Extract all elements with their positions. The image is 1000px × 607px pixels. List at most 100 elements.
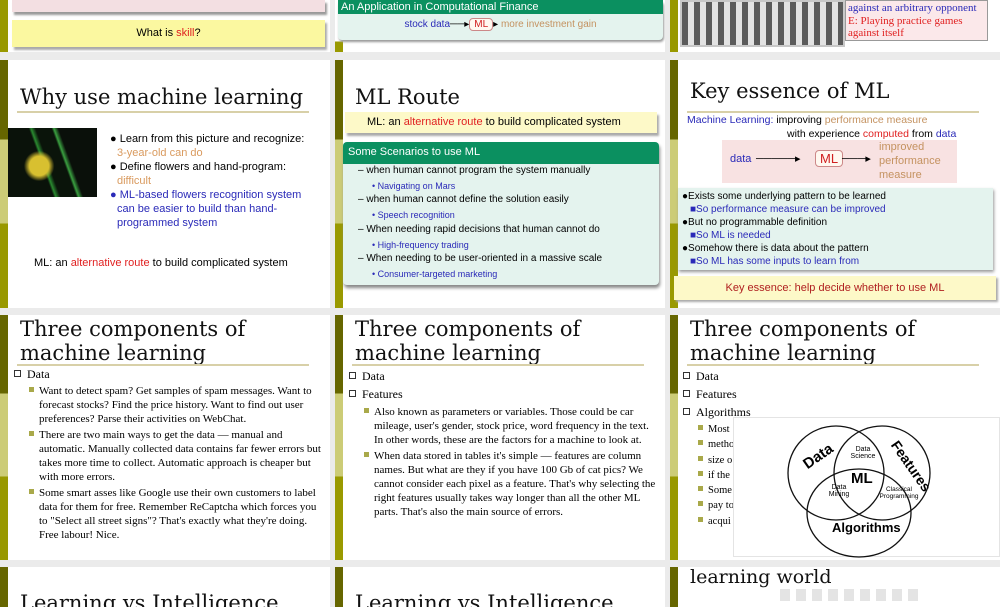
sub-bullet-text: size o	[708, 454, 733, 466]
bullet-text: Define flowers and hand-program:	[119, 161, 287, 173]
essence-sub-text: So performance measure can be improved	[696, 204, 886, 215]
essence-bullet-text: Somehow there is data about the pattern	[688, 243, 869, 254]
scenario-item: – When needing to be user-oriented in a …	[358, 252, 659, 267]
sub-bullet-text: if the	[708, 469, 730, 481]
slide-thumbnail-learning-world[interactable]: learning world	[670, 567, 1000, 607]
banner-text: ML: an	[367, 116, 404, 128]
arrow-icon: ─────▸	[756, 153, 801, 165]
footer-highlight: alternative route	[70, 257, 150, 269]
slide-thumbnail-three-components-data[interactable]: Three components of machine learning Dat…	[0, 315, 330, 560]
definition-text: from	[909, 128, 936, 140]
chess-robot-image	[680, 0, 845, 47]
word-cloud-image	[780, 589, 920, 601]
scenario-text: When needing to be user-oriented in a ma…	[366, 253, 603, 265]
slide-thumbnail-why-use-ml[interactable]: Why use machine learning ● Learn from th…	[0, 60, 330, 308]
flower-image	[8, 128, 97, 197]
footer-text: ML: an	[34, 257, 71, 269]
slide-title: Learning vs Intelligence	[20, 591, 279, 607]
slide-title: learning world	[690, 567, 832, 588]
venn-label-algorithms: Algorithms	[832, 520, 901, 535]
arrow-icon: ──▸	[450, 19, 470, 30]
square-bullet-icon	[698, 486, 703, 492]
essence-bullets-box: ●Exists some underlying pattern to be le…	[678, 188, 993, 270]
slide-title: Three components of machine learning	[690, 317, 916, 366]
component-heading: Features	[362, 387, 403, 401]
slide-title: Learning vs Intelligence	[355, 591, 614, 607]
slide-title: Three components of machine learning	[355, 317, 581, 366]
square-bullet-icon	[29, 489, 34, 494]
slide-thumbnail-what-is-skill[interactable]: What is skill?	[0, 0, 330, 52]
square-bullet-icon	[698, 455, 703, 461]
square-bullet-icon	[698, 425, 703, 430]
sub-bullet: Some smart asses like Google use their o…	[29, 486, 324, 542]
venn-label-data-mining: Data Mining	[828, 484, 850, 498]
slide-accent-stripe	[670, 0, 678, 52]
task-description-box: against an arbitrary opponent E: Playing…	[845, 0, 988, 41]
slide-accent-stripe	[0, 0, 8, 52]
venn-diagram: Data Features Algorithms Data Science Da…	[733, 417, 1000, 558]
scenario-text: when human cannot program the system man…	[366, 165, 591, 176]
title-divider	[687, 364, 979, 366]
definition-data: data	[935, 128, 957, 140]
sub-bullet-text: Some	[708, 485, 732, 497]
scenario-example-text: Navigating on Mars	[377, 180, 456, 191]
essence-sub-bullet: ■So ML has some inputs to learn from	[682, 255, 989, 268]
slide-thumbnail-computational-finance[interactable]: An Application in Computational Finance …	[335, 0, 665, 52]
square-bullet-icon	[698, 501, 703, 507]
square-bullet-icon	[698, 516, 703, 522]
slide-title: Three components of machine learning	[20, 317, 246, 366]
experience-line: against itself	[848, 27, 904, 39]
bullet-subtext: difficult	[117, 175, 152, 187]
essence-sub-text: So ML is needed	[696, 230, 771, 241]
slide-title: ML Route	[355, 85, 460, 109]
slide-thumbnail-learning-vs-intelligence[interactable]: Learning vs Intelligence	[0, 567, 330, 607]
square-bullet-icon	[29, 387, 34, 392]
slide-thumbnail-chess[interactable]: against an arbitrary opponent E: Playing…	[670, 0, 1000, 52]
bullet-icon	[683, 408, 690, 415]
scenario-example: • Speech recognition	[358, 208, 659, 223]
sub-bullet-text: Want to detect spam? Get samples of spam…	[39, 385, 312, 425]
venn-label-ml: ML	[851, 470, 873, 487]
banner-text: to build complicated system	[482, 116, 621, 128]
bullet-icon	[349, 390, 356, 397]
task-line: against an arbitrary opponent	[848, 2, 977, 14]
slide-thumbnail-ml-route[interactable]: ML Route ML: an alternative route to bui…	[335, 60, 665, 308]
sub-bullet: When data stored in tables it's simple —…	[364, 449, 659, 519]
scenario-example: • High-frequency trading	[358, 238, 659, 253]
footer-text: to build complicated system	[149, 257, 288, 269]
bullet-icon	[683, 372, 690, 379]
bullet-icon	[683, 390, 690, 397]
sub-bullet: Want to detect spam? Get samples of spam…	[29, 384, 324, 426]
square-bullet-icon	[698, 440, 703, 446]
slide-thumbnail-three-components-features[interactable]: Three components of machine learning Dat…	[335, 315, 665, 560]
sub-bullet-text: Also known as parameters or variables. T…	[374, 406, 649, 446]
question-highlight: skill	[176, 27, 195, 39]
definition-label: Machine Learning:	[687, 114, 774, 126]
component-heading: Data	[27, 367, 50, 381]
essence-diagram: data ─────▸ ML ───▸ improved performance…	[722, 140, 957, 183]
slide-title: Key essence of ML	[690, 79, 890, 103]
essence-bullet: ●But no programmable definition	[682, 216, 989, 229]
sub-bullet-text: Most	[708, 424, 730, 435]
banner-highlight: alternative route	[403, 116, 483, 128]
arrow-icon: ───▸	[842, 153, 871, 165]
diagram-output: improved performance measure	[879, 141, 941, 181]
route-banner: ML: an alternative route to build compli…	[345, 112, 657, 133]
slide-accent-stripe	[670, 315, 678, 560]
slide-footer-text: ML: an alternative route to build compli…	[34, 257, 288, 269]
venn-label-classical-programming: Classical Programming	[879, 486, 919, 500]
slide-thumbnail-three-components-algorithms[interactable]: Three components of machine learning Dat…	[670, 315, 1000, 560]
slide-thumbnail-learning-vs-intelligence-2[interactable]: Learning vs Intelligence	[335, 567, 665, 607]
scenario-example-text: High-frequency trading	[377, 239, 469, 250]
essence-sub-bullet: ■So performance measure can be improved	[682, 203, 989, 216]
scenarios-box: Some Scenarios to use ML – when human ca…	[343, 142, 659, 285]
slide-thumbnail-key-essence[interactable]: Key essence of ML Machine Learning: impr…	[670, 60, 1000, 308]
essence-bullet-text: But no programmable definition	[688, 217, 828, 228]
bullet-icon	[349, 372, 356, 379]
finance-header: An Application in Computational Finance	[338, 0, 663, 14]
pink-box	[12, 0, 325, 12]
essence-bullet-text: Exists some underlying pattern to be lea…	[688, 191, 886, 202]
essence-footer: Key essence: help decide whether to use …	[674, 276, 996, 300]
diagram-input: stock data	[404, 19, 451, 30]
definition-text: with experience	[787, 128, 863, 140]
